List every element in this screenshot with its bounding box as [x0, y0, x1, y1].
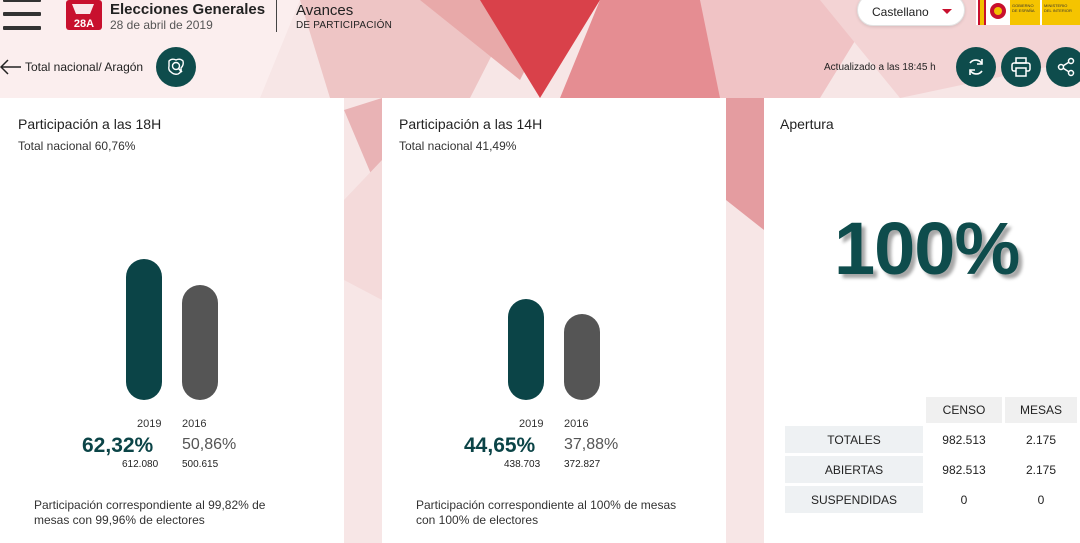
table-row: TOTALES 982.513 2.175	[785, 426, 1077, 453]
print-button[interactable]	[1001, 47, 1041, 87]
cell-censo: 982.513	[942, 432, 986, 447]
year-label-2016: 2016	[182, 418, 207, 430]
breadcrumb: Total nacional/ Aragón	[25, 60, 144, 74]
print-icon	[1011, 57, 1031, 77]
card-title: Participación a las 14H	[399, 116, 543, 132]
apertura-card: Apertura 100% CENSO MESAS TOTALES 982.51…	[764, 98, 1080, 543]
column-header-censo: CENSO	[926, 397, 1002, 423]
apertura-table: CENSO MESAS TOTALES 982.513 2.175 ABIERT…	[782, 394, 1080, 516]
cell-censo: 0	[960, 492, 968, 507]
participation-note: Participación correspondiente al 99,82% …	[34, 498, 266, 527]
bar-2016	[564, 314, 600, 400]
elections-logo: 28A	[66, 0, 102, 30]
arrow-left-icon	[0, 59, 21, 75]
header-divider	[276, 0, 277, 32]
top-bar: 28A Elecciones Generales 28 de abril de …	[0, 0, 1080, 40]
card-title: Participación a las 18H	[18, 116, 162, 132]
share-icon	[1057, 57, 1075, 77]
logo-text: 28A	[74, 18, 94, 30]
map-search-button[interactable]	[156, 47, 196, 87]
count-2016: 500.615	[182, 459, 219, 470]
card-subtitle: Total nacional 41,49%	[399, 139, 517, 153]
cell-mesas: 0	[1037, 492, 1045, 507]
pct-2016: 37,88%	[564, 436, 619, 453]
section-title: Avances	[296, 2, 354, 19]
app-title: Elecciones Generales	[110, 1, 266, 18]
caret-down-icon	[942, 9, 952, 14]
map-search-icon	[168, 58, 184, 75]
count-2019: 438.703	[504, 459, 541, 470]
row-label: TOTALES	[785, 426, 923, 453]
election-date: 28 de abril de 2019	[110, 18, 213, 32]
count-2019: 612.080	[122, 459, 159, 470]
language-select[interactable]: Castellano	[857, 0, 965, 26]
refresh-button[interactable]	[956, 47, 996, 87]
hamburger-menu-icon[interactable]	[3, 0, 41, 32]
pct-2019: 62,32%	[82, 434, 154, 457]
pct-2016: 50,86%	[182, 436, 237, 453]
cell-censo: 982.513	[942, 462, 986, 477]
year-label-2019: 2019	[519, 418, 544, 430]
bar-2019	[508, 298, 544, 400]
year-label-2016: 2016	[564, 418, 589, 430]
language-value: Castellano	[872, 5, 929, 19]
pct-2019: 44,65%	[464, 434, 536, 457]
svg-text:DEL INTERIOR: DEL INTERIOR	[1044, 8, 1072, 13]
share-button[interactable]	[1046, 47, 1080, 87]
breadcrumb-back-link[interactable]: Total nacional/ Aragón	[0, 56, 160, 78]
section-subtitle: DE PARTICIPACIÓN	[296, 20, 392, 31]
year-label-2019: 2019	[137, 418, 162, 430]
table-row: SUSPENDIDAS 0 0	[785, 486, 1077, 513]
government-logo: GOBIERNO DE ESPAÑA MINISTERIO DEL INTERI…	[976, 0, 1080, 25]
table-header-row: CENSO MESAS	[785, 397, 1077, 423]
bar-2016	[182, 284, 218, 400]
updated-time: Actualizado a las 18:45 h	[824, 62, 936, 73]
cell-mesas: 2.175	[1025, 432, 1057, 447]
card-title: Apertura	[780, 116, 834, 132]
row-label: SUSPENDIDAS	[785, 486, 923, 513]
bar-2019	[126, 258, 162, 400]
apertura-value: 100%	[834, 207, 1020, 290]
participation-note: Participación correspondiente al 100% de…	[416, 498, 677, 527]
participation-14h-card: Participación a las 14H Total nacional 4…	[382, 98, 726, 543]
refresh-icon	[969, 59, 983, 75]
table-row: ABIERTAS 982.513 2.175	[785, 456, 1077, 483]
participation-18h-card: Participación a las 18H Total nacional 6…	[0, 98, 344, 543]
card-subtitle: Total nacional 60,76%	[18, 139, 136, 153]
svg-text:DE ESPAÑA: DE ESPAÑA	[1012, 8, 1035, 13]
count-2016: 372.827	[564, 459, 601, 470]
row-label: ABIERTAS	[785, 456, 923, 483]
column-header-mesas: MESAS	[1005, 397, 1077, 423]
cell-mesas: 2.175	[1025, 462, 1057, 477]
